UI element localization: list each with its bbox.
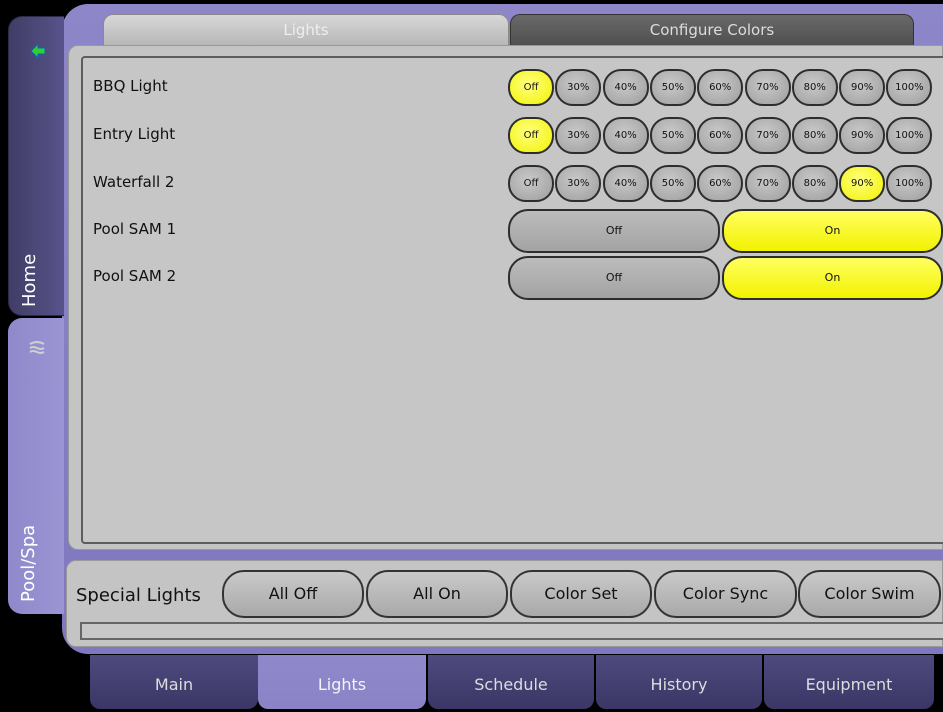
dimmer-level-button[interactable]: 30% bbox=[555, 165, 602, 202]
dimmer-level-button[interactable]: 100% bbox=[886, 165, 933, 202]
dimmer-level-button[interactable]: 30% bbox=[555, 69, 602, 106]
all-off-button[interactable]: All Off bbox=[222, 570, 364, 618]
dimmer-level-button[interactable]: 30% bbox=[555, 117, 602, 154]
tab-configure-colors[interactable]: Configure Colors bbox=[510, 14, 914, 46]
home-tab-label: Home bbox=[19, 253, 40, 307]
dimmer-level-button[interactable]: 40% bbox=[602, 117, 649, 154]
bottom-tab-equipment[interactable]: Equipment bbox=[764, 655, 934, 709]
pool-icon bbox=[29, 341, 45, 354]
dimmer-level-button[interactable]: 100% bbox=[886, 69, 933, 106]
color-set-button[interactable]: Color Set bbox=[510, 570, 652, 618]
pool-spa-tab-label: Pool/Spa bbox=[18, 524, 39, 602]
special-lights-track bbox=[80, 622, 943, 640]
dimmer-level-button[interactable]: 80% bbox=[791, 69, 838, 106]
all-on-button[interactable]: All On bbox=[366, 570, 508, 618]
bottom-tab-lights[interactable]: Lights bbox=[258, 655, 426, 709]
dimmer-level-button[interactable]: 40% bbox=[602, 165, 649, 202]
dimmer-level-button[interactable]: 80% bbox=[791, 117, 838, 154]
bottom-tab-schedule[interactable]: Schedule bbox=[428, 655, 594, 709]
dimmer-level-button[interactable]: Off bbox=[508, 69, 554, 106]
bottom-tab-main[interactable]: Main bbox=[90, 655, 258, 709]
dimmer-level-button[interactable]: 70% bbox=[744, 165, 791, 202]
special-lights-label: Special Lights bbox=[76, 585, 201, 606]
color-sync-button[interactable]: Color Sync bbox=[654, 570, 797, 618]
dimmer-level-button[interactable]: 40% bbox=[602, 69, 649, 106]
dimmer-level-button[interactable]: 50% bbox=[649, 69, 696, 106]
dimmer-level-button[interactable]: 70% bbox=[744, 69, 791, 106]
dimmer-level-button[interactable]: 80% bbox=[791, 165, 838, 202]
home-side-tab[interactable]: Home bbox=[8, 16, 64, 316]
light-name: BBQ Light bbox=[93, 77, 168, 95]
bottom-tab-history[interactable]: History bbox=[596, 655, 762, 709]
dimmer-level-button[interactable]: Off bbox=[508, 165, 554, 202]
dimmer-level-button[interactable]: 90% bbox=[839, 165, 886, 202]
dimmer-level-button[interactable]: 60% bbox=[697, 69, 744, 106]
dimmer-level-button[interactable]: 100% bbox=[886, 117, 933, 154]
dimmer-level-button[interactable]: 90% bbox=[839, 117, 886, 154]
on-switch-button[interactable]: On bbox=[722, 256, 943, 300]
dimmer-level-button[interactable]: 60% bbox=[697, 165, 744, 202]
on-switch-button[interactable]: On bbox=[722, 209, 943, 253]
color-swim-button[interactable]: Color Swim bbox=[798, 570, 941, 618]
off-switch-button[interactable]: Off bbox=[508, 256, 720, 300]
arrow-icon bbox=[30, 42, 46, 60]
dimmer-level-button[interactable]: Off bbox=[508, 117, 554, 154]
dimmer-level-button[interactable]: 50% bbox=[649, 165, 696, 202]
dimmer-level-button[interactable]: 60% bbox=[697, 117, 744, 154]
tab-lights[interactable]: Lights bbox=[103, 14, 509, 46]
light-name: Pool SAM 2 bbox=[93, 267, 177, 285]
off-switch-button[interactable]: Off bbox=[508, 209, 720, 253]
dimmer-level-button[interactable]: 50% bbox=[649, 117, 696, 154]
light-name: Entry Light bbox=[93, 125, 176, 143]
pool-spa-side-tab[interactable]: Pool/Spa bbox=[8, 318, 64, 614]
light-name: Pool SAM 1 bbox=[93, 220, 177, 238]
light-name: Waterfall 2 bbox=[93, 173, 175, 191]
dimmer-level-button[interactable]: 90% bbox=[839, 69, 886, 106]
dimmer-level-button[interactable]: 70% bbox=[744, 117, 791, 154]
